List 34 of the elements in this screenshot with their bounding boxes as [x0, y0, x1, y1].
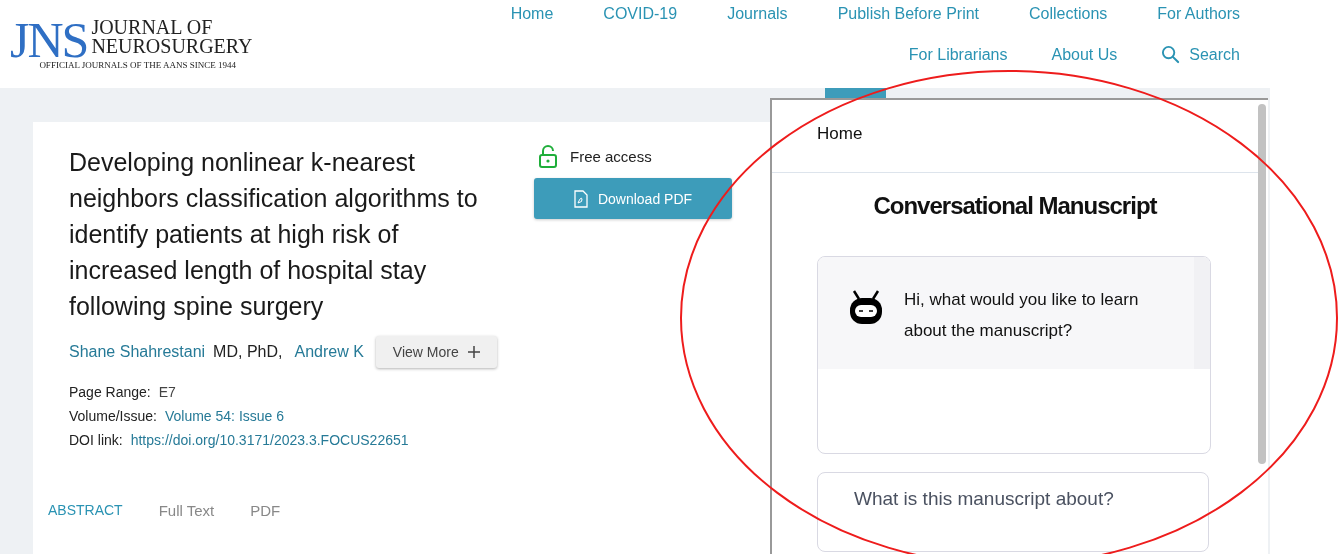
home-link[interactable]: Home	[817, 124, 863, 144]
nav-link[interactable]: Journals	[727, 5, 788, 23]
meta-label: DOI link:	[69, 432, 123, 448]
unlocked-padlock-icon	[538, 144, 558, 168]
view-more-button[interactable]: View More	[375, 336, 497, 368]
article-tab[interactable]: ABSTRACT	[48, 502, 123, 519]
author-link[interactable]: Andrew K	[294, 343, 364, 361]
nav-link[interactable]: Collections	[1029, 5, 1108, 23]
nav-link[interactable]: COVID-19	[603, 5, 678, 23]
nav-link[interactable]: Publish Before Print	[837, 5, 980, 23]
author-link[interactable]: Shane Shahrestani	[69, 343, 206, 361]
meta-link[interactable]: https://doi.org/10.3171/2023.3.FOCUS22651	[130, 432, 409, 448]
plus-icon	[467, 346, 480, 358]
article-title: Developing nonlinear k-nearest neighbors classification algorithms to identify patients at high risk of increased length of hospital stay following spine surgery	[69, 147, 479, 322]
meta-label: Volume/Issue:	[69, 408, 157, 424]
meta-link[interactable]: Volume 54: Issue 6	[164, 408, 284, 424]
chat-title: Conversational Manuscript	[872, 192, 1159, 220]
nav-link[interactable]: For Librarians	[908, 45, 1008, 64]
meta-value: E7	[158, 384, 176, 400]
download-pdf-button[interactable]: Download PDF	[534, 178, 732, 219]
nav-link[interactable]: About Us	[1051, 45, 1118, 64]
search-icon	[1161, 45, 1181, 64]
nav-link[interactable]: Search	[1161, 45, 1240, 64]
nav-link[interactable]: For Authors	[1157, 5, 1240, 23]
article-tab[interactable]: Full Text	[158, 502, 215, 519]
question-input[interactable]: What is this manuscript about?	[817, 472, 1209, 552]
access-label: Free access	[570, 147, 652, 165]
nav-link[interactable]: Home	[510, 5, 554, 23]
article-tab[interactable]: PDF	[250, 502, 281, 519]
bot-message: Hi, what would you like to learn about the manuscript?	[904, 289, 1140, 342]
scrollbar[interactable]	[1258, 104, 1266, 464]
author-credentials: MD, PhD,	[213, 343, 283, 361]
meta-label: Page Range:	[69, 384, 151, 400]
pdf-file-icon	[573, 189, 588, 208]
